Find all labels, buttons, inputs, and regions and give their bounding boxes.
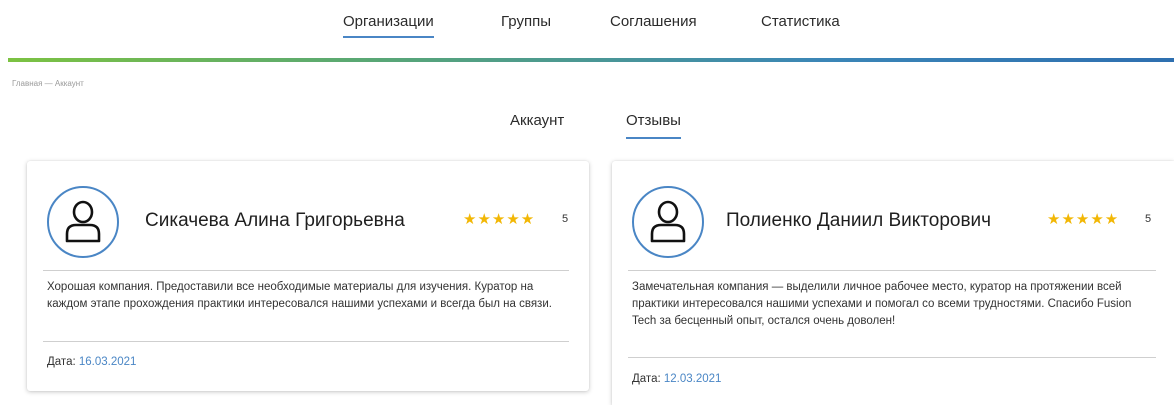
avatar [47,186,119,258]
divider [43,341,569,342]
tab-account[interactable]: Аккаунт [510,112,564,129]
top-navigation: Организации Группы Соглашения Статистика [0,0,1174,56]
divider [43,270,569,271]
nav-item-groups[interactable]: Группы [501,13,551,30]
nav-item-agreements[interactable]: Соглашения [610,13,697,30]
star-icon: ★★★★★ [463,211,536,228]
review-text: Замечательная компания — выделили личное… [632,281,1132,327]
avatar [632,186,704,258]
nav-item-statistics[interactable]: Статистика [761,13,840,30]
rating-value: 5 [562,213,569,225]
nav-item-organizations[interactable]: Организации [343,13,434,38]
reviewer-name: Сикачева Алина Григорьевна [145,210,405,231]
review-date: 12.03.2021 [663,373,722,385]
header-divider-bar [8,58,1174,62]
review-date: 16.03.2021 [78,356,137,368]
user-icon [65,200,101,243]
review-text: Хорошая компания. Предоставили все необх… [47,281,552,310]
star-icon: ★★★★★ [1047,211,1120,228]
date-label: Дата: [632,373,664,385]
tab-reviews[interactable]: Отзывы [626,112,681,139]
reviewer-name: Полиенко Даниил Викторович [726,210,992,231]
user-icon [650,200,686,243]
review-card: Сикачева Алина Григорьевна ★★★★★ 5 Хорош… [27,161,589,391]
review-date-row: Дата: 16.03.2021 [47,356,136,368]
divider [628,357,1156,358]
review-card: Полиенко Даниил Викторович ★★★★★ 5 Замеч… [612,161,1174,405]
breadcrumb: Главная — Аккаунт [12,79,84,88]
rating-value: 5 [1145,213,1152,225]
date-label: Дата: [47,356,79,368]
review-date-row: Дата: 12.03.2021 [632,373,721,385]
divider [628,270,1156,271]
